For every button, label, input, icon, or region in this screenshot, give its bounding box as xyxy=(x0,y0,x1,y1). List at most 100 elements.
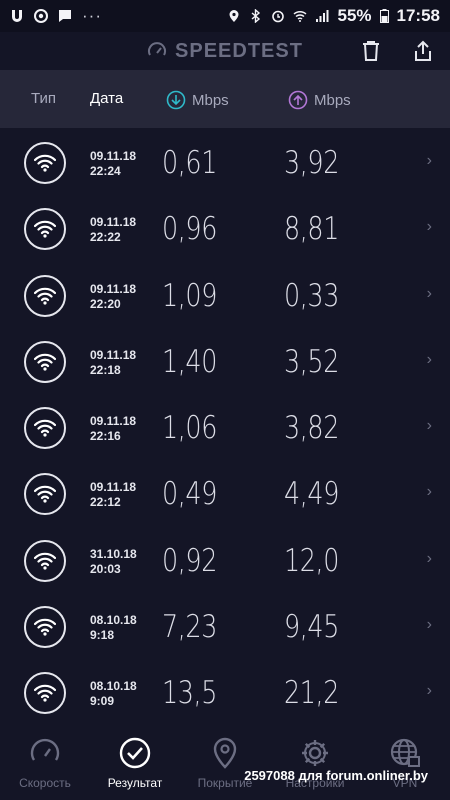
result-datetime: 08.10.18 9:18 xyxy=(90,613,137,643)
wifi-connection-icon xyxy=(24,142,66,184)
result-date: 09.11.18 xyxy=(90,281,137,296)
chevron-right-icon: › xyxy=(426,350,432,368)
speedtest-logo: SPEEDTEST xyxy=(147,40,303,63)
upload-speed: 3,82 xyxy=(284,410,339,447)
result-datetime: 09.11.18 22:22 xyxy=(90,215,136,245)
clock: 17:58 xyxy=(396,6,440,25)
upload-speed: 12,0 xyxy=(284,542,339,579)
result-datetime: 08.10.18 9:09 xyxy=(90,679,137,709)
chevron-right-icon: › xyxy=(426,152,432,169)
speedometer-logo-icon xyxy=(148,42,167,56)
download-speed: 7,23 xyxy=(162,609,217,646)
delete-button[interactable] xyxy=(356,36,386,66)
chevron-right-icon: › xyxy=(426,682,432,700)
gear-icon xyxy=(298,736,332,770)
date-column-label: Дата xyxy=(90,90,124,107)
u-app-icon xyxy=(12,10,22,22)
result-row[interactable]: 09.11.18 22:20 1,09 0,33 › xyxy=(0,263,450,329)
result-datetime: 09.11.18 22:20 xyxy=(90,282,136,312)
result-datetime: 09.11.18 22:18 xyxy=(90,348,136,378)
result-row[interactable]: 08.10.18 9:18 7,23 9,45 › xyxy=(0,594,450,660)
download-speed: 1,09 xyxy=(162,277,217,314)
result-date: 09.11.18 xyxy=(90,414,137,429)
result-row[interactable]: 09.11.18 22:16 1,06 3,82 › xyxy=(0,395,450,461)
result-time: 9:09 xyxy=(90,694,115,709)
sort-download-column[interactable]: Mbps xyxy=(166,90,229,110)
speedometer-icon xyxy=(28,736,62,770)
download-speed: 0,61 xyxy=(162,145,217,181)
wifi-connection-icon xyxy=(24,208,66,251)
alarm-icon xyxy=(272,10,285,23)
result-row[interactable]: 09.11.18 22:12 0,49 4,49 › xyxy=(0,461,450,527)
result-row[interactable]: 08.10.18 9:09 13,5 21,2 › xyxy=(0,660,450,726)
result-datetime: 09.11.18 22:12 xyxy=(90,480,136,510)
wifi-connection-icon xyxy=(24,407,66,450)
signal-icon xyxy=(316,10,329,22)
result-date: 09.11.18 xyxy=(90,480,137,495)
results-list[interactable]: 09.11.18 22:24 0,61 3,92 › 09.11.18 22:2… xyxy=(0,130,450,726)
result-time: 20:03 xyxy=(90,561,121,576)
sort-type-column[interactable]: Тип xyxy=(31,90,56,107)
download-speed: 1,06 xyxy=(162,410,217,447)
result-date: 09.11.18 xyxy=(90,215,137,230)
tab-results-label: Результат xyxy=(107,776,163,790)
wifi-connection-icon xyxy=(24,340,66,383)
result-row[interactable]: 31.10.18 20:03 0,92 12,0 › xyxy=(0,528,450,594)
map-pin-icon xyxy=(208,736,242,770)
upload-speed: 21,2 xyxy=(284,675,339,712)
chevron-right-icon: › xyxy=(426,483,432,501)
app-bar: SPEEDTEST xyxy=(0,32,450,70)
status-bar: ··· 55% 17:58 xyxy=(0,0,450,32)
chevron-right-icon: › xyxy=(426,417,432,435)
download-speed: 1,40 xyxy=(162,343,217,380)
globe-lock-icon xyxy=(388,736,422,770)
bottom-tab-bar: Скорость Результат Покрытие Настройки VP… xyxy=(0,726,450,800)
bluetooth-icon xyxy=(252,9,261,23)
app-title: SPEEDTEST xyxy=(175,39,303,62)
result-row[interactable]: 09.11.18 22:18 1,40 3,52 › xyxy=(0,329,450,395)
download-speed: 0,49 xyxy=(162,476,217,513)
result-row[interactable]: 09.11.18 22:24 0,61 3,92 › xyxy=(0,130,450,196)
result-datetime: 09.11.18 22:16 xyxy=(90,414,136,444)
check-circle-icon xyxy=(118,736,152,770)
sort-upload-column[interactable]: Mbps xyxy=(288,90,351,110)
result-time: 22:18 xyxy=(90,362,121,377)
wifi-connection-icon xyxy=(24,274,66,317)
result-date: 08.10.18 xyxy=(90,679,137,694)
location-icon xyxy=(229,10,239,22)
chevron-right-icon: › xyxy=(426,549,432,567)
type-column-label: Тип xyxy=(31,90,57,107)
share-button[interactable] xyxy=(408,36,438,66)
battery-percent: 55% xyxy=(337,6,372,25)
more-notifications-icon: ··· xyxy=(82,6,102,25)
wifi-connection-icon xyxy=(24,473,66,516)
download-arrow-icon xyxy=(166,90,186,110)
tab-results[interactable]: Результат xyxy=(90,736,180,790)
download-speed: 0,92 xyxy=(162,542,217,579)
watermark-text: 2597088 для forum.onliner.by xyxy=(244,768,428,783)
wifi-connection-icon xyxy=(24,672,66,715)
upload-column-label: Mbps xyxy=(314,91,351,109)
share-icon xyxy=(415,40,431,61)
result-time: 22:22 xyxy=(90,230,121,245)
result-row[interactable]: 09.11.18 22:22 0,96 8,81 › xyxy=(0,196,450,262)
download-column-label: Mbps xyxy=(192,91,229,109)
download-speed: 0,96 xyxy=(162,211,217,248)
result-time: 22:24 xyxy=(90,164,121,178)
wifi-connection-icon xyxy=(24,606,66,649)
chrome-icon xyxy=(34,9,48,23)
trash-icon xyxy=(363,41,379,61)
result-datetime: 09.11.18 22:24 xyxy=(90,149,136,179)
upload-speed: 9,45 xyxy=(284,609,339,646)
chevron-right-icon: › xyxy=(426,616,432,634)
result-time: 9:18 xyxy=(90,628,115,643)
message-icon xyxy=(59,10,71,22)
result-date: 08.10.18 xyxy=(90,613,137,628)
tab-speed[interactable]: Скорость xyxy=(0,736,90,790)
upload-speed: 3,52 xyxy=(284,343,339,380)
upload-speed: 4,49 xyxy=(284,476,339,513)
chevron-right-icon: › xyxy=(426,284,432,302)
result-date: 09.11.18 xyxy=(90,347,137,362)
sort-date-column[interactable]: Дата xyxy=(90,90,123,107)
chevron-right-icon: › xyxy=(426,218,432,236)
